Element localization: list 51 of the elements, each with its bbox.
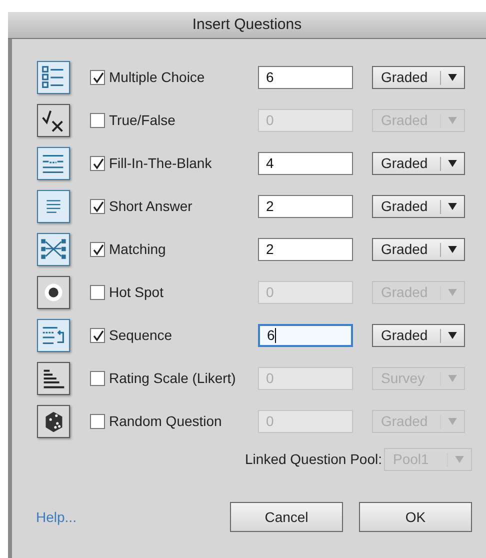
count-field[interactable]: 2 xyxy=(258,238,353,261)
question-type-label: Random Question xyxy=(109,412,222,431)
checkbox[interactable] xyxy=(90,285,105,300)
checkbox[interactable] xyxy=(90,156,105,171)
dropdown-arrow-icon xyxy=(448,74,457,81)
count-field[interactable]: 6 xyxy=(258,66,353,89)
dropdown-arrow-icon xyxy=(448,160,457,167)
count-field[interactable]: 2 xyxy=(258,195,353,218)
checkbox[interactable] xyxy=(90,70,105,85)
dropdown-arrow-icon xyxy=(448,418,457,425)
dropdown-arrow-icon xyxy=(448,289,457,296)
grading-dropdown[interactable]: Graded xyxy=(372,324,465,347)
grading-dropdown[interactable]: Graded xyxy=(372,152,465,175)
question-type-label: True/False xyxy=(109,111,176,130)
question-type-label: Short Answer xyxy=(109,197,192,216)
window-title: Insert Questions xyxy=(192,14,302,35)
checklist-icon xyxy=(37,61,70,94)
count-field[interactable]: 6 xyxy=(258,324,353,347)
count-field[interactable]: 4 xyxy=(258,152,353,175)
grading-dropdown[interactable]: Graded xyxy=(372,195,465,218)
dropdown-arrow-icon xyxy=(448,203,457,210)
dropdown-arrow-icon xyxy=(448,117,457,124)
dropdown-arrow-icon xyxy=(448,246,457,253)
dropdown-arrow-icon xyxy=(455,456,464,463)
dialog-button[interactable]: Cancel xyxy=(230,502,343,532)
checkbox[interactable] xyxy=(90,371,105,386)
target-icon xyxy=(37,276,70,309)
question-type-label: Fill-In-The-Blank xyxy=(109,154,212,173)
fill-blank-icon xyxy=(37,147,70,180)
check-cross-icon xyxy=(37,104,70,137)
dialog-button[interactable]: OK xyxy=(359,502,472,532)
question-type-label: Multiple Choice xyxy=(109,68,205,87)
matching-icon xyxy=(37,233,70,266)
bar-list-icon xyxy=(37,362,70,395)
checkbox[interactable] xyxy=(90,199,105,214)
dice-icon xyxy=(37,405,70,438)
question-type-label: Rating Scale (Likert) xyxy=(109,369,236,388)
question-type-label: Matching xyxy=(109,240,166,259)
question-type-label: Hot Spot xyxy=(109,283,164,302)
checkbox[interactable] xyxy=(90,242,105,257)
question-type-label: Sequence xyxy=(109,326,172,345)
text-lines-icon xyxy=(37,190,70,223)
checkbox[interactable] xyxy=(90,113,105,128)
dropdown-arrow-icon xyxy=(448,332,457,339)
sequence-icon xyxy=(37,319,70,352)
pool-label: Linked Question Pool: xyxy=(245,450,382,469)
grading-dropdown[interactable]: Graded xyxy=(372,66,465,89)
checkbox[interactable] xyxy=(90,328,105,343)
grading-dropdown[interactable]: Graded xyxy=(372,238,465,261)
dropdown-arrow-icon xyxy=(448,375,457,382)
checkbox[interactable] xyxy=(90,414,105,429)
